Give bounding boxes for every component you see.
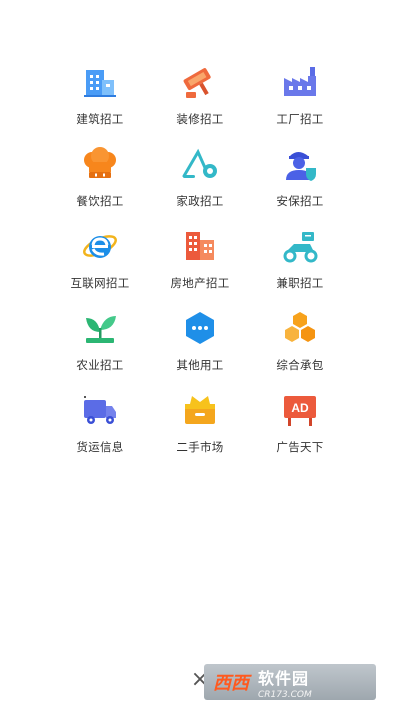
category-agriculture[interactable]: 农业招工 (50, 308, 150, 390)
more-hexagon-icon (180, 308, 220, 348)
category-label: 餐饮招工 (76, 194, 124, 208)
category-grid: 建筑招工 装修招工 工厂招工 餐饮招工 家政招工 安保招工 互联网招工 房地产招… (0, 62, 400, 472)
category-contracting[interactable]: 综合承包 (250, 308, 350, 390)
watermark-badge-text: 西西 (213, 673, 249, 694)
paint-roller-icon (180, 62, 220, 102)
category-label: 兼职招工 (276, 276, 324, 290)
watermark-badge: 西西 (208, 667, 254, 697)
category-label: 建筑招工 (76, 112, 124, 126)
category-catering[interactable]: 餐饮招工 (50, 144, 150, 226)
factory-icon (280, 62, 320, 102)
chef-hat-icon (80, 144, 120, 184)
box-icon (180, 390, 220, 430)
honeycomb-icon (280, 308, 320, 348)
watermark-text: 软件园 CR173.COM (258, 665, 312, 700)
security-guard-icon (280, 144, 320, 184)
category-decoration[interactable]: 装修招工 (150, 62, 250, 144)
category-other[interactable]: 其他用工 (150, 308, 250, 390)
category-label: 房地产招工 (170, 276, 230, 290)
svg-text:AD: AD (291, 401, 309, 415)
category-label: 安保招工 (276, 194, 324, 208)
category-factory[interactable]: 工厂招工 (250, 62, 350, 144)
vacuum-cleaner-icon (180, 144, 220, 184)
category-label: 家政招工 (176, 194, 224, 208)
watermark-logo: 西西 软件园 CR173.COM (204, 664, 376, 700)
truck-icon (80, 390, 120, 430)
scooter-icon (280, 226, 320, 266)
category-internet[interactable]: 互联网招工 (50, 226, 150, 308)
category-real-estate[interactable]: 房地产招工 (150, 226, 250, 308)
category-second-hand[interactable]: 二手市场 (150, 390, 250, 472)
category-label: 装修招工 (176, 112, 224, 126)
category-label: 互联网招工 (70, 276, 130, 290)
category-label: 其他用工 (176, 358, 224, 372)
internet-explorer-icon (80, 226, 120, 266)
category-label: 工厂招工 (276, 112, 324, 126)
category-construction[interactable]: 建筑招工 (50, 62, 150, 144)
watermark-main: 软件园 (258, 668, 310, 688)
category-label: 农业招工 (76, 358, 124, 372)
stray-dot (84, 396, 86, 398)
category-housekeeping[interactable]: 家政招工 (150, 144, 250, 226)
category-freight[interactable]: 货运信息 (50, 390, 150, 472)
sprout-icon (80, 308, 120, 348)
footer-watermark: × 西西 软件园 CR173.COM (190, 664, 380, 700)
category-label: 二手市场 (176, 440, 224, 454)
category-label: 综合承包 (276, 358, 324, 372)
building-icon (80, 62, 120, 102)
category-advertising[interactable]: AD 广告天下 (250, 390, 350, 472)
category-security[interactable]: 安保招工 (250, 144, 350, 226)
buildings-icon (180, 226, 220, 266)
ad-board-icon: AD (280, 390, 320, 430)
category-label: 货运信息 (76, 440, 124, 454)
category-label: 广告天下 (276, 440, 324, 454)
category-part-time[interactable]: 兼职招工 (250, 226, 350, 308)
watermark-sub: CR173.COM (258, 689, 312, 700)
